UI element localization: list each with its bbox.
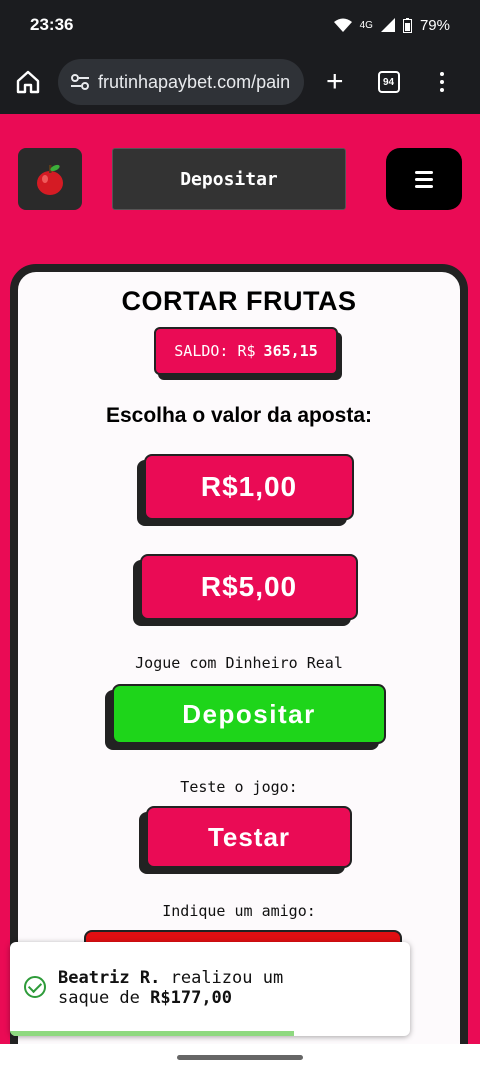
toast-amount: R$177,00: [150, 988, 233, 1008]
game-title: CORTAR FRUTAS: [121, 286, 357, 316]
toast-text-mid: realizou um: [170, 968, 284, 988]
home-icon[interactable]: [14, 68, 42, 96]
bet-1-button[interactable]: R$1,00: [144, 454, 354, 520]
more-options-icon[interactable]: [439, 72, 444, 92]
clock: 23:36: [30, 15, 74, 34]
site-logo[interactable]: [18, 148, 82, 210]
status-bar: 23:36 4G 79%: [0, 0, 480, 50]
signal-icon: [380, 18, 395, 32]
test-caption: Teste o jogo:: [180, 778, 298, 796]
wifi-icon: [333, 18, 352, 32]
bet-heading: Escolha o valor da aposta:: [105, 404, 373, 427]
hamburger-menu-icon[interactable]: [386, 148, 462, 210]
game-card: CORTAR FRUTAS SALDO: R$ 365,15 Escolha o…: [10, 264, 468, 1044]
balance-badge: SALDO: R$ 365,15: [154, 327, 338, 375]
battery-icon: [402, 17, 412, 33]
toast-progress-bar: [10, 1031, 294, 1036]
real-money-caption: Jogue com Dinheiro Real: [135, 654, 343, 672]
toast-name: Beatriz R.: [58, 968, 161, 988]
bet-5-button[interactable]: R$5,00: [140, 554, 358, 620]
toast-text-pre: saque de: [58, 988, 140, 1008]
test-button[interactable]: Testar: [146, 806, 352, 868]
status-icons: 4G 79%: [333, 16, 450, 34]
url-text: frutinhapaybet.com/pain: [98, 71, 291, 92]
tab-switcher-button[interactable]: 94: [377, 71, 400, 93]
check-circle-icon: [24, 976, 46, 998]
browser-toolbar: frutinhapaybet.com/pain + 94: [0, 50, 480, 114]
tab-count: 94: [382, 76, 395, 88]
balance-value: 365,15: [263, 342, 318, 360]
apple-icon: [37, 164, 63, 195]
header-deposit-button[interactable]: Depositar: [112, 148, 346, 210]
gesture-navbar: [0, 1044, 480, 1072]
refer-caption: Indique um amigo:: [162, 902, 316, 920]
page: Depositar CORTAR FRUTAS SALDO: R$ 365,15…: [0, 114, 480, 1044]
address-bar[interactable]: frutinhapaybet.com/pain: [58, 59, 304, 105]
deposit-button[interactable]: Depositar: [112, 684, 386, 744]
balance-label: SALDO: R$: [174, 342, 256, 360]
site-settings-icon[interactable]: [70, 72, 90, 92]
home-gesture-pill[interactable]: [177, 1055, 303, 1060]
battery-level: 79%: [419, 16, 450, 34]
withdraw-toast: Beatriz R. realizou um saque de R$177,00: [10, 942, 410, 1036]
network-label: 4G: [359, 19, 373, 31]
toast-message: Beatriz R. realizou um saque de R$177,00: [58, 968, 398, 1008]
new-tab-icon[interactable]: +: [326, 67, 344, 97]
